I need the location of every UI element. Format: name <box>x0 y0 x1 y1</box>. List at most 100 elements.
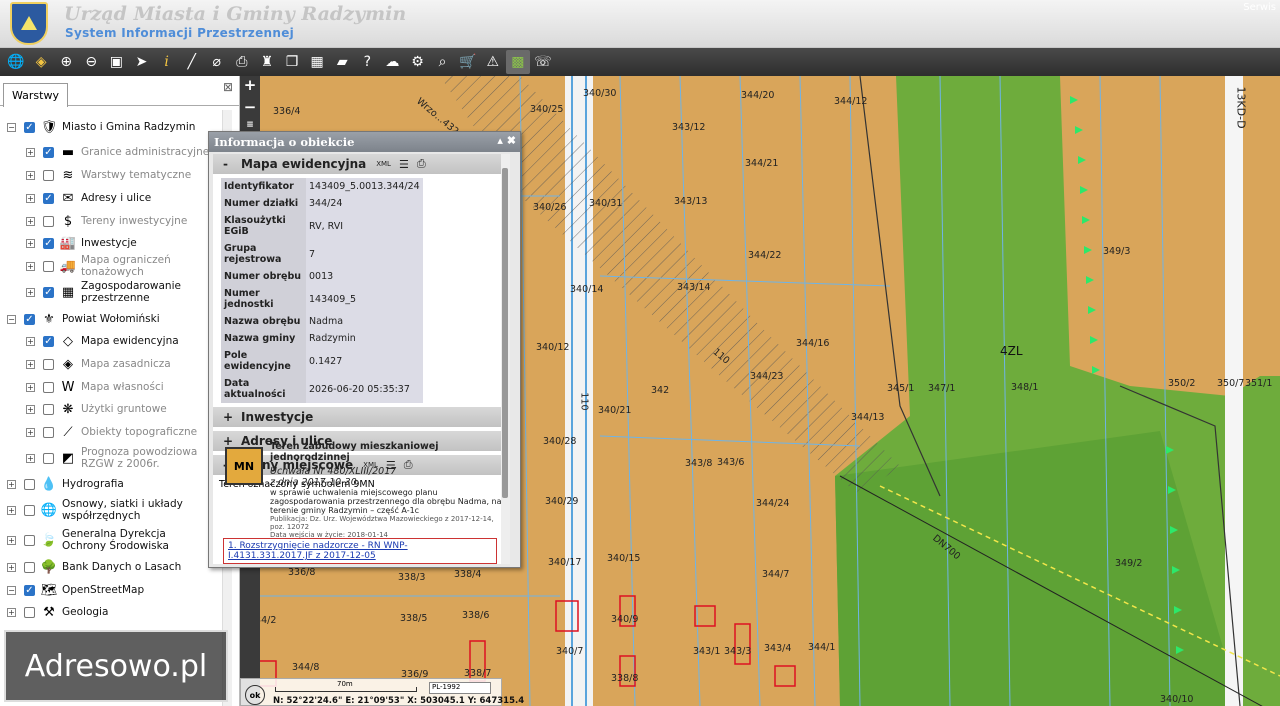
expand-toggle-icon[interactable]: + <box>26 382 35 392</box>
layers-icon[interactable]: ◈ <box>29 50 53 74</box>
expand-toggle-icon[interactable]: + <box>26 147 35 157</box>
expand-icon[interactable]: + <box>223 410 241 424</box>
expand-toggle-icon[interactable]: − <box>7 585 16 595</box>
expand-toggle-icon[interactable]: + <box>26 261 35 271</box>
layer-checkbox[interactable]: ✓ <box>43 335 54 347</box>
layer-row[interactable]: + ⟋ Obiekty topograficzne <box>26 421 197 443</box>
layer-row[interactable]: + 🍃 Generalna Dyrekcja Ochrony Środowiska <box>7 528 202 552</box>
measure-line-icon[interactable]: ╱ <box>180 50 204 74</box>
layer-row[interactable]: + 🌐 Osnowy, siatki i układy współrzędnych <box>7 498 202 522</box>
collapse-icon[interactable]: - <box>223 157 241 171</box>
popup-title-bar[interactable]: Informacja o obiekcie ▴ ✖ <box>209 132 520 152</box>
rozstrzygniecie-link[interactable]: 1. Rozstrzygnięcie nadzorcze - RN WNP-I.… <box>223 538 497 564</box>
expand-toggle-icon[interactable]: + <box>26 193 35 203</box>
expand-toggle-icon[interactable]: + <box>26 216 35 226</box>
layer-checkbox[interactable] <box>43 260 54 272</box>
list-icon[interactable]: ☰ <box>399 158 409 171</box>
layer-row[interactable]: + ✓ ▦ Zagospodarowanie przestrzenne <box>26 280 211 304</box>
expand-toggle-icon[interactable]: + <box>26 404 35 414</box>
layer-checkbox[interactable] <box>43 381 54 393</box>
expand-toggle-icon[interactable]: + <box>26 238 35 248</box>
layer-checkbox[interactable]: ✓ <box>43 286 54 298</box>
layer-checkbox[interactable]: ✓ <box>43 237 54 249</box>
layer-row[interactable]: + 💧 Hydrografia <box>7 473 124 495</box>
warning-icon[interactable]: ⚠ <box>481 50 505 74</box>
layer-checkbox[interactable] <box>43 452 54 464</box>
layer-row[interactable]: + ◈ Mapa zasadnicza <box>26 353 171 375</box>
layer-row[interactable]: + ✓ ◇ Mapa ewidencyjna <box>26 330 179 352</box>
print-icon[interactable]: ⎙ <box>417 157 426 171</box>
layer-row[interactable]: + ◩ Prognoza powodziowa RZGW z 2006r. <box>26 446 211 470</box>
expand-toggle-icon[interactable]: + <box>7 562 16 572</box>
globe-icon[interactable]: 🌐 <box>4 50 28 74</box>
expand-toggle-icon[interactable]: + <box>26 336 35 346</box>
zoom-extent-icon[interactable]: ▣ <box>104 50 128 74</box>
expand-toggle-icon[interactable]: − <box>7 122 16 132</box>
layer-row[interactable]: + ✓ ▬ Granice administracyjne <box>26 141 209 163</box>
projection-select[interactable]: PL-1992 <box>429 682 491 694</box>
info-icon[interactable]: i <box>155 50 179 74</box>
layer-checkbox[interactable]: ✓ <box>43 192 54 204</box>
layer-checkbox[interactable]: ✓ <box>24 121 35 133</box>
table-icon[interactable]: ▦ <box>305 50 329 74</box>
minimize-icon[interactable]: ▴ <box>497 134 503 147</box>
search-icon[interactable]: ⌕ <box>431 50 455 74</box>
zoom-in-icon[interactable]: ⊕ <box>54 50 78 74</box>
comment-icon[interactable]: ▰ <box>330 50 354 74</box>
expand-toggle-icon[interactable]: + <box>26 427 35 437</box>
layer-checkbox[interactable] <box>43 169 54 181</box>
save-icon[interactable]: ☁ <box>380 50 404 74</box>
layer-row[interactable]: + W Mapa własności <box>26 376 164 398</box>
layer-row[interactable]: − ✓ 🗺 OpenStreetMap <box>7 579 144 601</box>
close-icon[interactable]: ✖ <box>507 134 516 147</box>
layer-row[interactable]: − ✓ 🛡 Miasto i Gmina Radzymin <box>7 116 195 138</box>
popup-scrollbar[interactable] <box>501 154 510 564</box>
layer-row[interactable]: + 🌳 Bank Danych o Lasach <box>7 556 181 578</box>
expand-toggle-icon[interactable]: + <box>26 453 35 463</box>
expand-toggle-icon[interactable]: + <box>7 479 16 489</box>
section-inwestycje[interactable]: + Inwestycje <box>213 407 510 427</box>
layer-row[interactable]: + 🚚 Mapa ograniczeń tonażowych <box>26 254 211 278</box>
layer-row[interactable]: + ✓ 🏭 Inwestycje <box>26 232 137 254</box>
map-zoom-out-button[interactable]: − <box>240 98 260 120</box>
layer-checkbox[interactable] <box>43 403 54 415</box>
layer-row[interactable]: + ≋ Warstwy tematyczne <box>26 164 191 186</box>
cart-icon[interactable]: 🛒 <box>456 50 480 74</box>
section-mapa-ewidencyjna[interactable]: - Mapa ewidencyjna XML ☰ ⎙ <box>213 154 510 174</box>
copy-icon[interactable]: ❐ <box>280 50 304 74</box>
expand-toggle-icon[interactable]: + <box>26 359 35 369</box>
expand-toggle-icon[interactable]: + <box>7 505 16 515</box>
expand-toggle-icon[interactable]: + <box>7 535 16 545</box>
layer-checkbox[interactable] <box>24 606 35 618</box>
expand-toggle-icon[interactable]: − <box>7 314 16 324</box>
layer-checkbox[interactable] <box>24 561 35 573</box>
layer-checkbox[interactable] <box>43 358 54 370</box>
expand-toggle-icon[interactable]: + <box>26 287 35 297</box>
measure-area-icon[interactable]: ⌀ <box>205 50 229 74</box>
zoom-out-icon[interactable]: ⊖ <box>79 50 103 74</box>
expand-icon[interactable]: + <box>223 434 241 448</box>
chat-icon[interactable]: ☏ <box>531 50 555 74</box>
layer-row[interactable]: + ✓ ✉ Adresy i ulice <box>26 187 151 209</box>
layer-checkbox[interactable]: ✓ <box>24 313 35 325</box>
layer-checkbox[interactable] <box>43 215 54 227</box>
expand-toggle-icon[interactable]: + <box>7 607 16 617</box>
expand-toggle-icon[interactable]: + <box>26 170 35 180</box>
palette-icon[interactable]: ▩ <box>505 50 530 74</box>
layer-checkbox[interactable] <box>24 478 35 490</box>
layer-row[interactable]: + ⚒ Geologia <box>7 601 108 623</box>
xml-export-icon[interactable]: XML <box>376 160 391 168</box>
print-icon[interactable]: ⎙ <box>230 50 254 74</box>
layer-checkbox[interactable] <box>24 534 35 546</box>
select-arrow-icon[interactable]: ➤ <box>129 50 153 74</box>
settings-icon[interactable]: ⚙ <box>406 50 430 74</box>
ok-button[interactable]: ok <box>245 685 265 705</box>
tab-warstwy[interactable]: Warstwy <box>3 83 68 107</box>
map-zoom-in-button[interactable]: + <box>240 76 260 98</box>
scroll-thumb[interactable] <box>502 168 508 498</box>
layer-row[interactable]: + ❋ Użytki gruntowe <box>26 398 167 420</box>
layer-row[interactable]: − ✓ ⚜ Powiat Wołomiński <box>7 308 160 330</box>
layer-checkbox[interactable]: ✓ <box>24 584 35 596</box>
layer-row[interactable]: + $ Tereny inwestycyjne <box>26 210 187 232</box>
layer-checkbox[interactable] <box>43 426 54 438</box>
